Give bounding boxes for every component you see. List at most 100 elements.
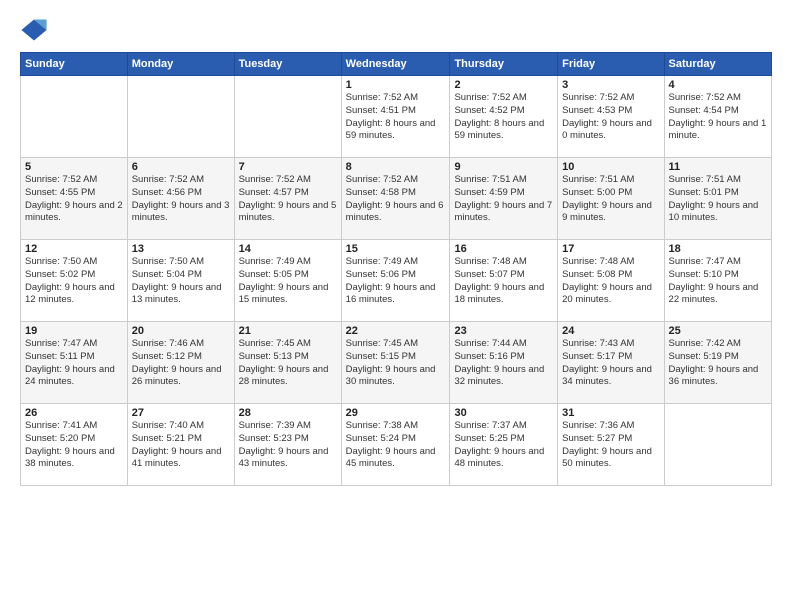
col-header-wednesday: Wednesday — [341, 53, 450, 76]
day-info: Sunrise: 7:51 AM Sunset: 4:59 PM Dayligh… — [454, 174, 553, 225]
day-number: 20 — [132, 325, 230, 337]
calendar-cell: 23Sunrise: 7:44 AM Sunset: 5:16 PM Dayli… — [450, 322, 558, 404]
day-number: 5 — [25, 161, 123, 173]
day-number: 16 — [454, 243, 553, 255]
day-number: 24 — [562, 325, 659, 337]
calendar-table: SundayMondayTuesdayWednesdayThursdayFrid… — [20, 52, 772, 486]
day-number: 3 — [562, 79, 659, 91]
calendar-cell: 28Sunrise: 7:39 AM Sunset: 5:23 PM Dayli… — [234, 404, 341, 486]
col-header-saturday: Saturday — [664, 53, 771, 76]
calendar-cell: 27Sunrise: 7:40 AM Sunset: 5:21 PM Dayli… — [127, 404, 234, 486]
day-info: Sunrise: 7:45 AM Sunset: 5:15 PM Dayligh… — [346, 338, 446, 389]
day-info: Sunrise: 7:41 AM Sunset: 5:20 PM Dayligh… — [25, 420, 123, 471]
day-info: Sunrise: 7:52 AM Sunset: 4:54 PM Dayligh… — [669, 92, 767, 143]
calendar-cell: 29Sunrise: 7:38 AM Sunset: 5:24 PM Dayli… — [341, 404, 450, 486]
day-number: 2 — [454, 79, 553, 91]
calendar-header-row: SundayMondayTuesdayWednesdayThursdayFrid… — [21, 53, 772, 76]
day-number: 14 — [239, 243, 337, 255]
day-info: Sunrise: 7:39 AM Sunset: 5:23 PM Dayligh… — [239, 420, 337, 471]
calendar-cell — [127, 76, 234, 158]
day-number: 21 — [239, 325, 337, 337]
calendar-cell: 24Sunrise: 7:43 AM Sunset: 5:17 PM Dayli… — [558, 322, 664, 404]
calendar-cell: 26Sunrise: 7:41 AM Sunset: 5:20 PM Dayli… — [21, 404, 128, 486]
day-number: 6 — [132, 161, 230, 173]
day-number: 9 — [454, 161, 553, 173]
col-header-thursday: Thursday — [450, 53, 558, 76]
day-info: Sunrise: 7:43 AM Sunset: 5:17 PM Dayligh… — [562, 338, 659, 389]
day-number: 4 — [669, 79, 767, 91]
day-info: Sunrise: 7:50 AM Sunset: 5:04 PM Dayligh… — [132, 256, 230, 307]
day-info: Sunrise: 7:48 AM Sunset: 5:08 PM Dayligh… — [562, 256, 659, 307]
day-info: Sunrise: 7:52 AM Sunset: 4:51 PM Dayligh… — [346, 92, 446, 143]
page: SundayMondayTuesdayWednesdayThursdayFrid… — [0, 0, 792, 496]
day-info: Sunrise: 7:47 AM Sunset: 5:11 PM Dayligh… — [25, 338, 123, 389]
calendar-cell — [664, 404, 771, 486]
day-number: 31 — [562, 407, 659, 419]
day-number: 28 — [239, 407, 337, 419]
day-number: 12 — [25, 243, 123, 255]
calendar-cell: 2Sunrise: 7:52 AM Sunset: 4:52 PM Daylig… — [450, 76, 558, 158]
calendar-cell: 17Sunrise: 7:48 AM Sunset: 5:08 PM Dayli… — [558, 240, 664, 322]
logo — [20, 16, 52, 44]
day-info: Sunrise: 7:37 AM Sunset: 5:25 PM Dayligh… — [454, 420, 553, 471]
day-info: Sunrise: 7:52 AM Sunset: 4:56 PM Dayligh… — [132, 174, 230, 225]
day-info: Sunrise: 7:50 AM Sunset: 5:02 PM Dayligh… — [25, 256, 123, 307]
calendar-cell: 18Sunrise: 7:47 AM Sunset: 5:10 PM Dayli… — [664, 240, 771, 322]
calendar-cell — [234, 76, 341, 158]
calendar-week-2: 12Sunrise: 7:50 AM Sunset: 5:02 PM Dayli… — [21, 240, 772, 322]
calendar-cell: 13Sunrise: 7:50 AM Sunset: 5:04 PM Dayli… — [127, 240, 234, 322]
day-number: 25 — [669, 325, 767, 337]
day-info: Sunrise: 7:52 AM Sunset: 4:55 PM Dayligh… — [25, 174, 123, 225]
day-info: Sunrise: 7:44 AM Sunset: 5:16 PM Dayligh… — [454, 338, 553, 389]
calendar-cell: 12Sunrise: 7:50 AM Sunset: 5:02 PM Dayli… — [21, 240, 128, 322]
day-number: 22 — [346, 325, 446, 337]
calendar-cell: 14Sunrise: 7:49 AM Sunset: 5:05 PM Dayli… — [234, 240, 341, 322]
day-info: Sunrise: 7:49 AM Sunset: 5:05 PM Dayligh… — [239, 256, 337, 307]
calendar-cell: 16Sunrise: 7:48 AM Sunset: 5:07 PM Dayli… — [450, 240, 558, 322]
day-info: Sunrise: 7:52 AM Sunset: 4:58 PM Dayligh… — [346, 174, 446, 225]
day-number: 17 — [562, 243, 659, 255]
calendar-cell: 5Sunrise: 7:52 AM Sunset: 4:55 PM Daylig… — [21, 158, 128, 240]
day-number: 18 — [669, 243, 767, 255]
day-info: Sunrise: 7:42 AM Sunset: 5:19 PM Dayligh… — [669, 338, 767, 389]
calendar-cell: 31Sunrise: 7:36 AM Sunset: 5:27 PM Dayli… — [558, 404, 664, 486]
calendar-cell: 25Sunrise: 7:42 AM Sunset: 5:19 PM Dayli… — [664, 322, 771, 404]
col-header-friday: Friday — [558, 53, 664, 76]
calendar-week-1: 5Sunrise: 7:52 AM Sunset: 4:55 PM Daylig… — [21, 158, 772, 240]
calendar-cell: 19Sunrise: 7:47 AM Sunset: 5:11 PM Dayli… — [21, 322, 128, 404]
day-info: Sunrise: 7:36 AM Sunset: 5:27 PM Dayligh… — [562, 420, 659, 471]
day-info: Sunrise: 7:48 AM Sunset: 5:07 PM Dayligh… — [454, 256, 553, 307]
calendar-cell: 3Sunrise: 7:52 AM Sunset: 4:53 PM Daylig… — [558, 76, 664, 158]
day-number: 10 — [562, 161, 659, 173]
col-header-tuesday: Tuesday — [234, 53, 341, 76]
day-info: Sunrise: 7:46 AM Sunset: 5:12 PM Dayligh… — [132, 338, 230, 389]
calendar-cell: 20Sunrise: 7:46 AM Sunset: 5:12 PM Dayli… — [127, 322, 234, 404]
calendar-week-4: 26Sunrise: 7:41 AM Sunset: 5:20 PM Dayli… — [21, 404, 772, 486]
day-number: 11 — [669, 161, 767, 173]
calendar-cell: 21Sunrise: 7:45 AM Sunset: 5:13 PM Dayli… — [234, 322, 341, 404]
day-number: 23 — [454, 325, 553, 337]
day-info: Sunrise: 7:52 AM Sunset: 4:57 PM Dayligh… — [239, 174, 337, 225]
calendar-cell — [21, 76, 128, 158]
day-number: 8 — [346, 161, 446, 173]
day-number: 1 — [346, 79, 446, 91]
col-header-sunday: Sunday — [21, 53, 128, 76]
header — [20, 16, 772, 44]
col-header-monday: Monday — [127, 53, 234, 76]
calendar-cell: 10Sunrise: 7:51 AM Sunset: 5:00 PM Dayli… — [558, 158, 664, 240]
calendar-cell: 4Sunrise: 7:52 AM Sunset: 4:54 PM Daylig… — [664, 76, 771, 158]
calendar-cell: 11Sunrise: 7:51 AM Sunset: 5:01 PM Dayli… — [664, 158, 771, 240]
day-number: 7 — [239, 161, 337, 173]
day-number: 26 — [25, 407, 123, 419]
day-info: Sunrise: 7:45 AM Sunset: 5:13 PM Dayligh… — [239, 338, 337, 389]
calendar-cell: 15Sunrise: 7:49 AM Sunset: 5:06 PM Dayli… — [341, 240, 450, 322]
day-number: 15 — [346, 243, 446, 255]
calendar-cell: 6Sunrise: 7:52 AM Sunset: 4:56 PM Daylig… — [127, 158, 234, 240]
day-number: 13 — [132, 243, 230, 255]
day-number: 19 — [25, 325, 123, 337]
day-info: Sunrise: 7:52 AM Sunset: 4:53 PM Dayligh… — [562, 92, 659, 143]
calendar-cell: 7Sunrise: 7:52 AM Sunset: 4:57 PM Daylig… — [234, 158, 341, 240]
day-info: Sunrise: 7:40 AM Sunset: 5:21 PM Dayligh… — [132, 420, 230, 471]
calendar-week-0: 1Sunrise: 7:52 AM Sunset: 4:51 PM Daylig… — [21, 76, 772, 158]
day-info: Sunrise: 7:49 AM Sunset: 5:06 PM Dayligh… — [346, 256, 446, 307]
